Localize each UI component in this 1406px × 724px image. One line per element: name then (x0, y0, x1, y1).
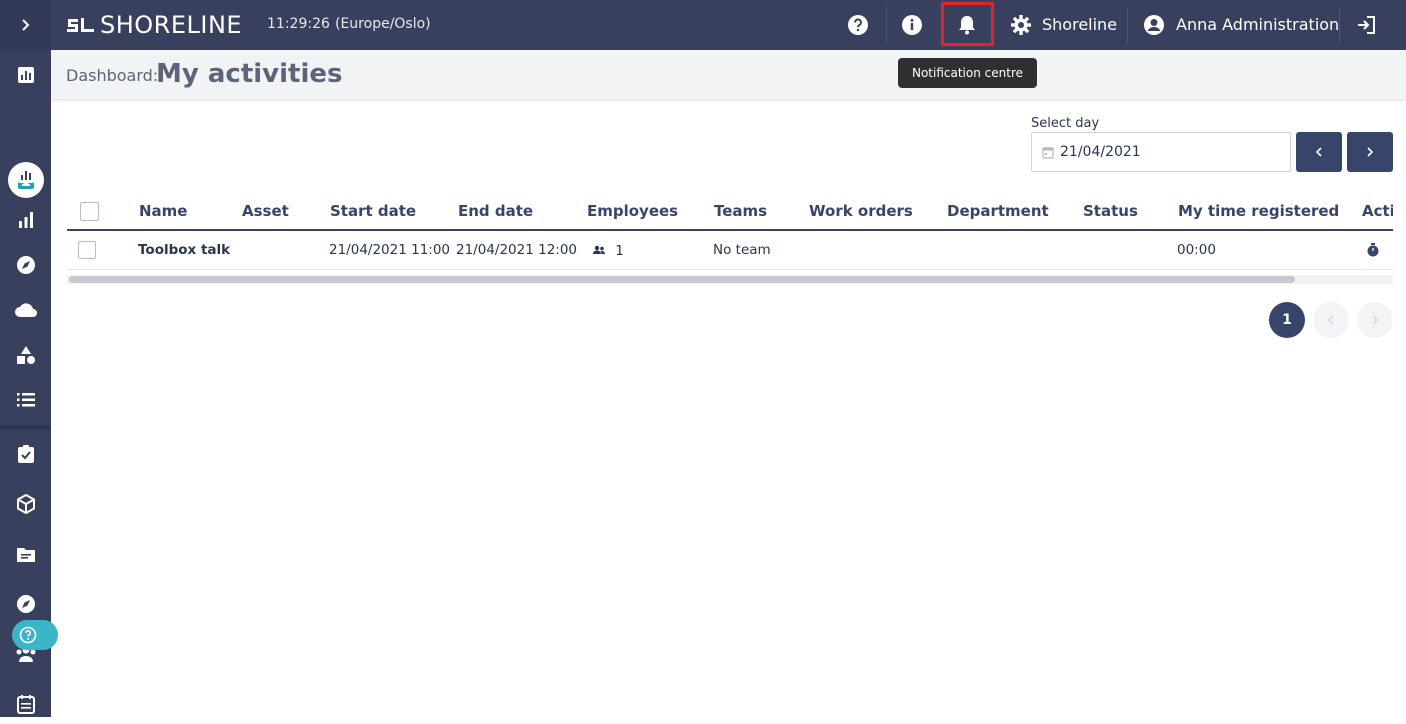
user-label[interactable]: Anna Administration (1176, 15, 1339, 34)
page-header: Dashboard: My activities (51, 50, 1406, 100)
select-day-label: Select day (1031, 116, 1100, 131)
settings-button[interactable] (1006, 10, 1036, 40)
compass-icon (16, 595, 35, 613)
sidebar (0, 50, 58, 717)
cell-employees[interactable]: 1 (592, 243, 624, 259)
logo-mark-icon (67, 18, 94, 32)
calendar-list-icon (16, 695, 35, 714)
divider (1127, 6, 1128, 44)
column-header-employees[interactable]: Employees (587, 202, 678, 220)
chevron-left-icon (1327, 315, 1334, 325)
info-icon (902, 15, 922, 35)
people-icon (593, 245, 605, 254)
column-header-department[interactable]: Department (947, 202, 1049, 220)
stopwatch-icon (1367, 243, 1379, 257)
sidebar-item-documents[interactable] (0, 534, 51, 574)
chevron-right-icon (21, 19, 29, 31)
column-header-name[interactable]: Name (139, 202, 187, 220)
timezone: (Europe/Oslo) (335, 16, 431, 32)
clock: 11:29:26 (267, 16, 330, 32)
cell-my-time: 00:00 (1177, 242, 1216, 258)
column-header-asset[interactable]: Asset (242, 202, 289, 220)
date-field[interactable]: 21/04/2021 (1031, 132, 1291, 172)
sidebar-item-explore[interactable] (0, 245, 51, 285)
activities-table: Name Asset Start date End date Employees… (67, 190, 1393, 290)
column-header-end-date[interactable]: End date (458, 202, 533, 220)
user-menu-button[interactable] (1139, 10, 1169, 40)
compass-icon (16, 256, 35, 274)
help-icon (848, 15, 868, 35)
column-header-work-orders[interactable]: Work orders (809, 202, 913, 220)
column-header-status[interactable]: Status (1083, 202, 1138, 220)
cell-end-date: 21/04/2021 12:00 (456, 242, 578, 258)
column-header-teams[interactable]: Teams (714, 202, 767, 220)
table-header: Name Asset Start date End date Employees… (67, 190, 1393, 231)
page-title: My activities (156, 59, 343, 89)
employee-count: 1 (615, 243, 624, 259)
table-row[interactable]: Toolbox talk 21/04/2021 11:00 21/04/2021… (67, 232, 1393, 270)
previous-day-button[interactable] (1296, 132, 1342, 172)
horizontal-scrollbar[interactable] (67, 275, 1393, 284)
column-header-actions[interactable]: Actio (1362, 202, 1393, 220)
sidebar-item-assets[interactable] (0, 335, 51, 375)
gear-icon (1011, 15, 1031, 35)
sidebar-item-statistics[interactable] (0, 200, 51, 240)
help-button[interactable] (843, 10, 873, 40)
company-label[interactable]: Shoreline (1042, 15, 1117, 34)
sidebar-item-cloud[interactable] (0, 290, 51, 330)
page-button-1[interactable]: 1 (1269, 302, 1305, 338)
sidebar-divider (0, 425, 51, 429)
cell-teams: No team (713, 242, 771, 258)
divider (886, 6, 887, 44)
logout-button[interactable] (1351, 10, 1381, 40)
row-action-button[interactable] (1367, 243, 1379, 261)
sidebar-expand-button[interactable] (0, 0, 51, 50)
bar-chart-icon (18, 212, 33, 228)
chevron-left-icon (1315, 147, 1322, 157)
pagination-next-button[interactable] (1357, 302, 1393, 338)
box-icon (16, 494, 35, 514)
cell-start-date: 21/04/2021 11:00 (329, 242, 451, 258)
sidebar-item-checklists[interactable] (0, 434, 51, 474)
app-logo[interactable]: SHORELINE (66, 11, 242, 39)
highlight-box (941, 2, 994, 46)
column-header-my-time[interactable]: My time registered (1178, 202, 1339, 220)
clipboard-check-icon (17, 445, 34, 463)
question-circle-icon (19, 626, 37, 644)
calendar-icon (1042, 146, 1054, 159)
scrollbar-thumb[interactable] (69, 276, 1295, 283)
notification-tooltip: Notification centre (898, 58, 1037, 88)
sidebar-item-navigate[interactable] (0, 584, 51, 624)
list-icon (16, 393, 35, 407)
help-widget-button[interactable] (12, 620, 58, 650)
select-all-checkbox[interactable] (80, 202, 99, 221)
sidebar-item-reports[interactable] (0, 155, 51, 195)
sidebar-item-packages[interactable] (0, 484, 51, 524)
shapes-icon (16, 346, 35, 364)
info-button[interactable] (897, 10, 927, 40)
next-day-button[interactable] (1347, 132, 1393, 172)
top-bar: SHORELINE 11:29:26 (Europe/Oslo) Shoreli… (0, 0, 1406, 50)
row-checkbox[interactable] (78, 241, 96, 259)
pagination-previous-button[interactable] (1313, 302, 1349, 338)
chart-icon (17, 67, 34, 83)
breadcrumb[interactable]: Dashboard: (66, 66, 158, 85)
sidebar-item-dashboard[interactable] (0, 55, 51, 95)
divider (1339, 6, 1340, 44)
chart-icon (17, 167, 34, 183)
cell-name[interactable]: Toolbox talk (138, 242, 230, 258)
date-value: 21/04/2021 (1060, 144, 1141, 160)
sidebar-item-planning[interactable] (0, 684, 51, 724)
chevron-right-icon (1372, 315, 1379, 325)
logo-text: SHORELINE (100, 11, 243, 39)
chevron-right-icon (1367, 147, 1374, 157)
folder-icon (16, 548, 35, 562)
user-icon (1144, 15, 1164, 35)
cloud-icon (14, 303, 37, 317)
sidebar-item-lists[interactable] (0, 380, 51, 420)
column-header-start-date[interactable]: Start date (330, 202, 416, 220)
logout-icon (1358, 16, 1375, 34)
